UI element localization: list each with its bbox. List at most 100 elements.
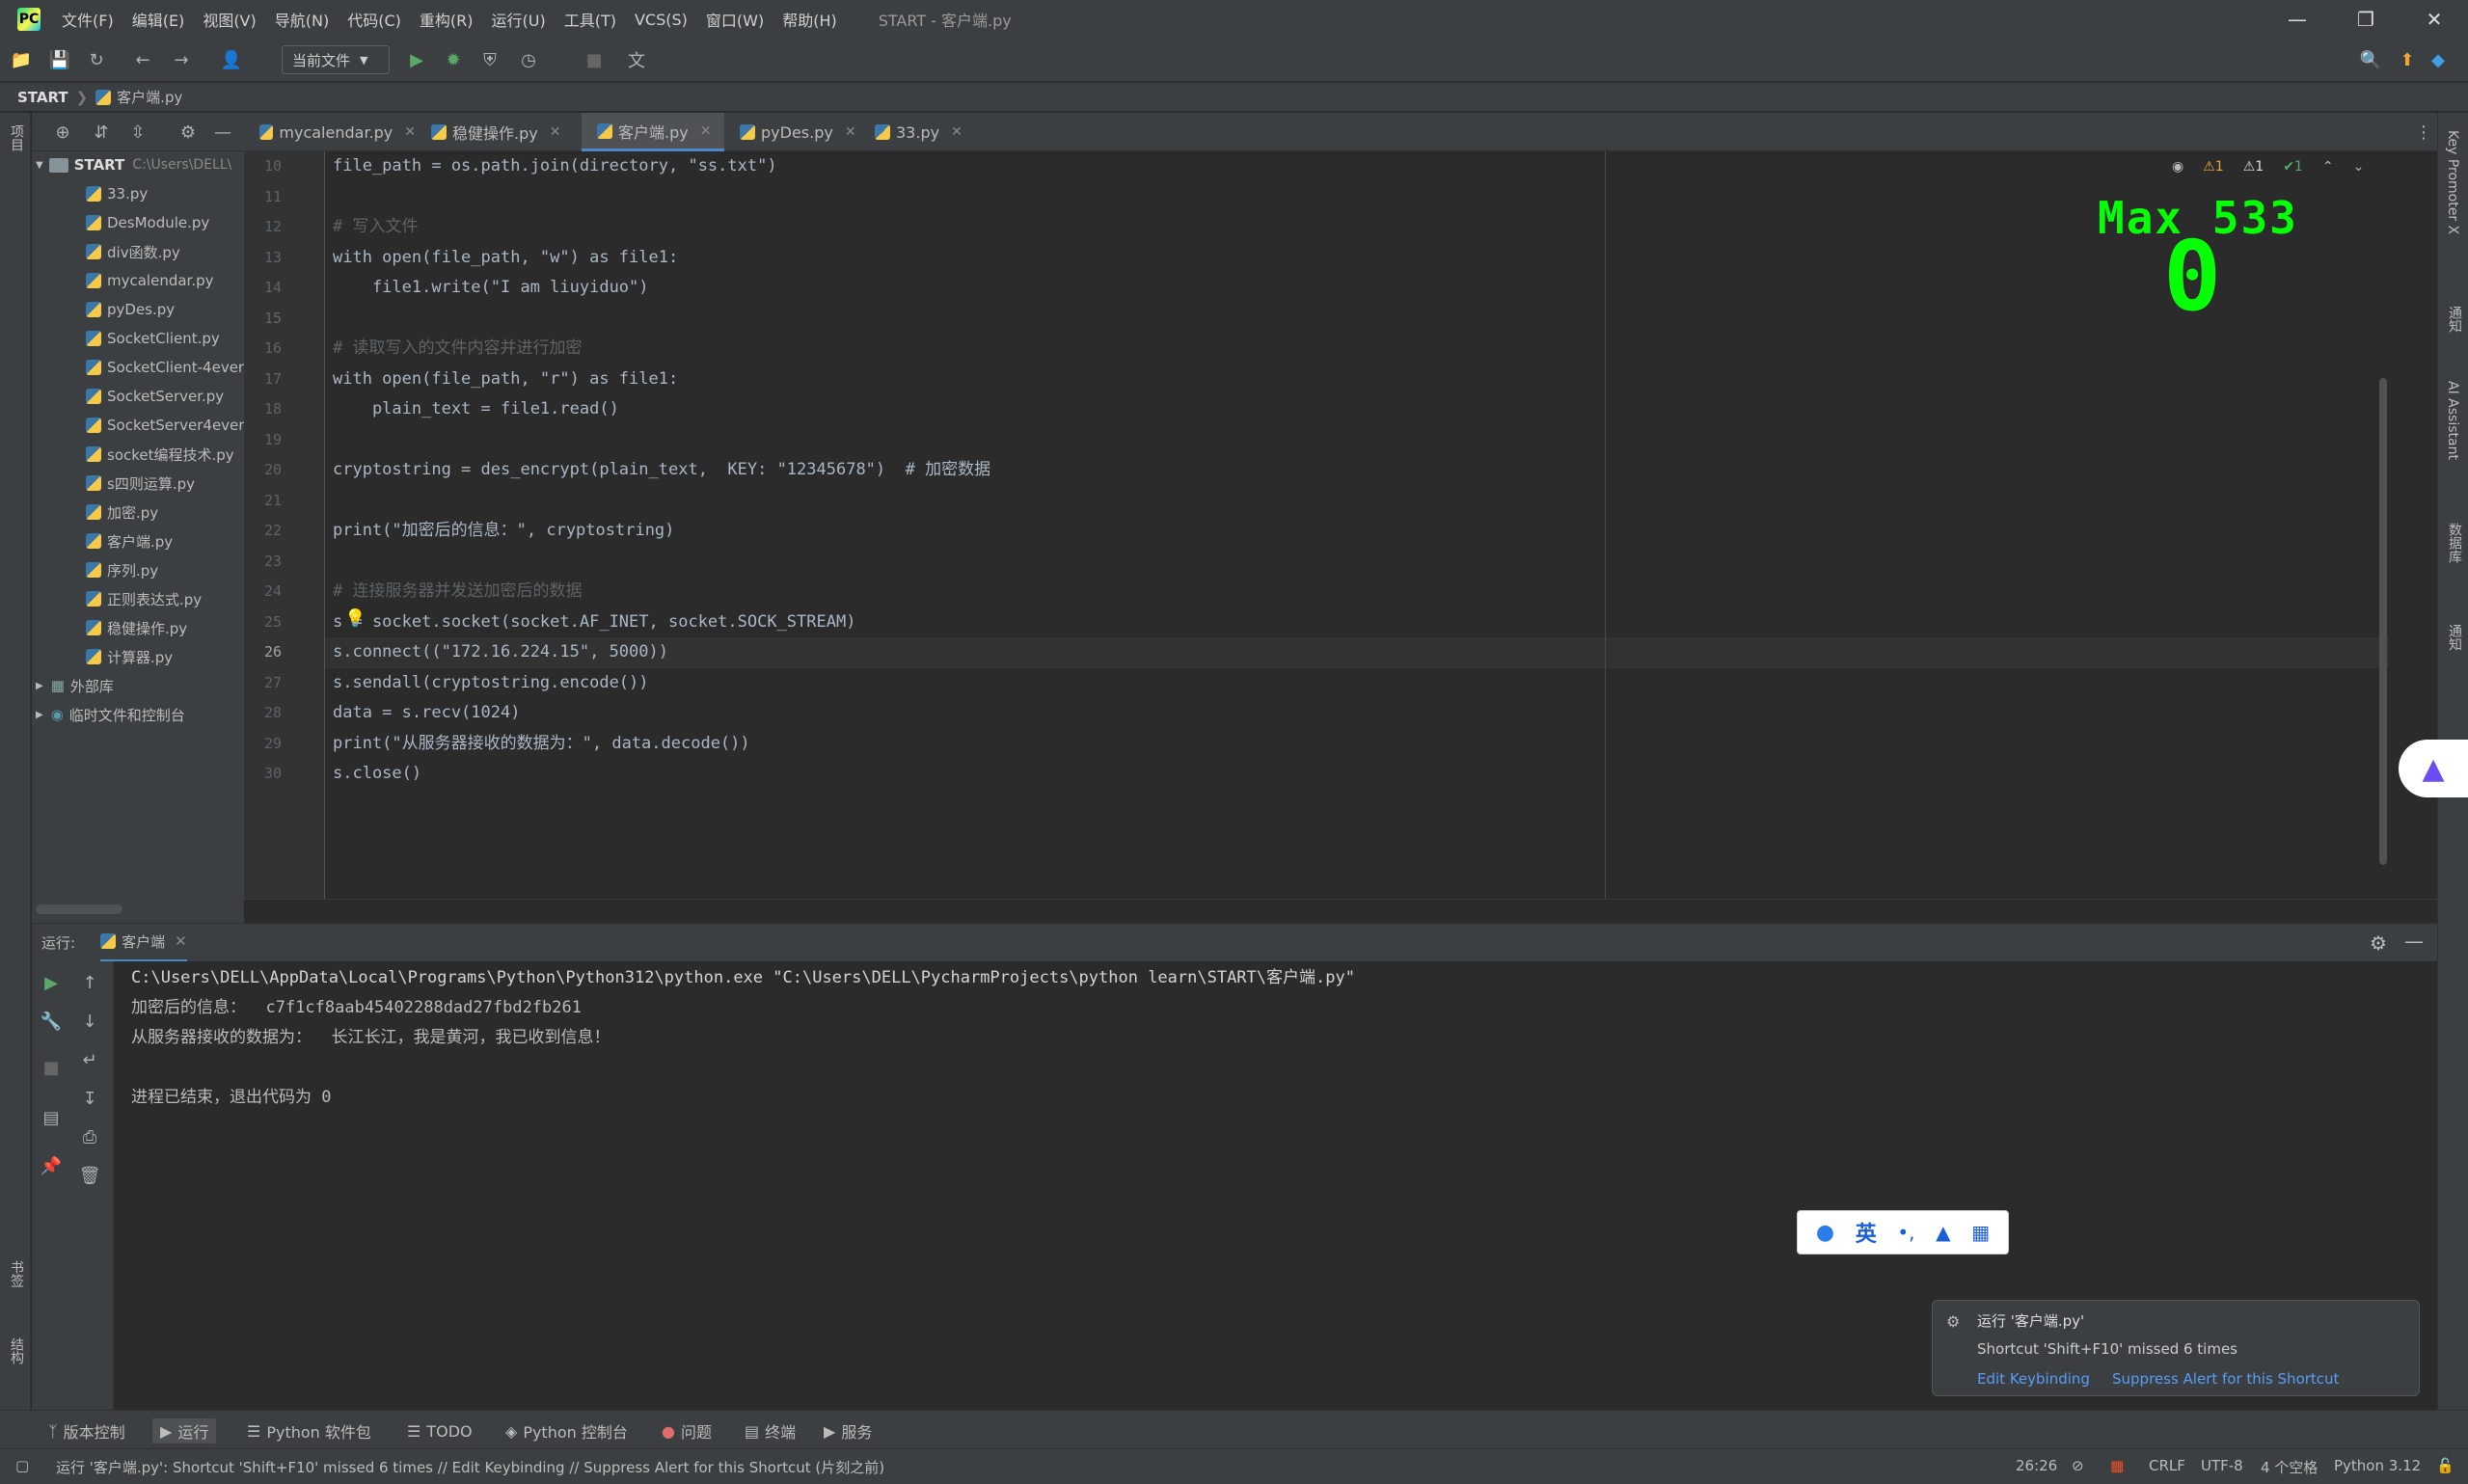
expand-all-icon[interactable]: ⇵ — [90, 121, 113, 144]
tree-file[interactable]: 序列.py — [86, 556, 158, 583]
save-icon[interactable]: 💾 — [48, 48, 71, 71]
menu-tools[interactable]: 工具(T) — [564, 8, 616, 31]
tab-wenjian[interactable]: 稳健操作.py ✕ — [416, 113, 582, 151]
tab-todo[interactable]: ☰ TODO — [399, 1418, 480, 1444]
tree-file[interactable]: 客户端.py — [86, 527, 173, 554]
scroll-to-end-icon[interactable]: ↧ — [78, 1087, 101, 1110]
open-folder-icon[interactable]: 📁 — [10, 48, 33, 71]
tab-mycalendar[interactable]: mycalendar.py ✕ — [244, 113, 416, 151]
run-icon[interactable]: ▶ — [405, 48, 428, 71]
menu-file[interactable]: 文件(F) — [62, 8, 114, 31]
tree-file[interactable]: 加密.py — [86, 499, 158, 526]
tree-file[interactable]: SocketServer4ever — [86, 412, 244, 439]
tree-file[interactable]: mycalendar.py — [86, 267, 214, 294]
ai-assistant-tab[interactable]: AI Assistant — [2445, 381, 2460, 460]
menu-refactor[interactable]: 重构(R) — [420, 8, 474, 31]
tab-terminal[interactable]: ▤ 终端 — [737, 1418, 803, 1444]
soft-wrap-icon[interactable]: ↵ — [78, 1048, 101, 1071]
forward-arrow-icon[interactable]: → — [170, 48, 193, 71]
close-tab-icon[interactable]: ✕ — [175, 932, 187, 950]
menu-edit[interactable]: 编辑(E) — [132, 8, 185, 31]
gear-icon[interactable]: ⚙ — [176, 121, 200, 144]
tree-file[interactable]: pyDes.py — [86, 296, 175, 323]
tree-scratches[interactable]: ▶ ◉ 临时文件和控制台 — [32, 701, 185, 728]
bookmarks-tool-tab[interactable]: 书签 — [7, 1260, 26, 1287]
jetbrains-toolbox-icon[interactable]: ◆ — [2427, 48, 2450, 71]
pin-icon[interactable]: 📌 — [40, 1154, 63, 1177]
edit-keybinding-link[interactable]: Edit Keybinding — [1977, 1370, 2090, 1388]
menu-navigate[interactable]: 导航(N) — [275, 8, 329, 31]
breadcrumb-root[interactable]: START — [17, 89, 68, 106]
breadcrumb-file[interactable]: 客户端.py — [117, 87, 182, 107]
menu-help[interactable]: 帮助(H) — [782, 8, 837, 31]
tab-33[interactable]: 33.py ✕ — [859, 113, 975, 151]
tab-version-control[interactable]: ᛉ 版本控制 — [41, 1418, 133, 1444]
close-tab-icon[interactable]: ✕ — [845, 124, 856, 140]
code-editor[interactable]: file_path = os.path.join(directory, "ss.… — [325, 151, 2437, 899]
coverage-icon[interactable]: ⛨ — [478, 48, 502, 71]
ime-punct-toggle[interactable]: •, — [1897, 1221, 1914, 1244]
tab-problems[interactable]: ● 问题 — [654, 1418, 719, 1444]
scroll-down-icon[interactable]: ↓ — [78, 1010, 101, 1033]
sync-icon[interactable]: ↻ — [85, 48, 108, 71]
close-tab-icon[interactable]: ✕ — [550, 124, 561, 140]
layout-icon[interactable]: ▤ — [40, 1106, 63, 1129]
alerts-tab[interactable]: 通知 — [2445, 624, 2464, 651]
hide-panel-icon[interactable]: — — [2404, 930, 2424, 953]
tab-services[interactable]: ▶ 服务 — [816, 1418, 880, 1444]
back-arrow-icon[interactable]: ← — [131, 48, 154, 71]
notifications-tab[interactable]: 通知 — [2445, 306, 2464, 333]
horizontal-scrollbar[interactable] — [36, 899, 2437, 923]
python-interpreter[interactable]: Python 3.12 — [2334, 1457, 2421, 1474]
tree-external-libs[interactable]: ▶ ▦ 外部库 — [32, 672, 114, 699]
tab-python-console[interactable]: ◈ Python 控制台 — [498, 1418, 636, 1444]
tree-root[interactable]: ▼ START C:\Users\DELL\ — [32, 151, 231, 178]
tree-file[interactable]: 正则表达式.py — [86, 585, 202, 612]
menu-code[interactable]: 代码(C) — [347, 8, 401, 31]
minimize-button[interactable]: — — [2265, 0, 2329, 39]
collapse-all-icon[interactable]: ⇳ — [126, 121, 149, 144]
editor-scrollbar[interactable] — [2379, 378, 2387, 865]
chevron-down-icon[interactable]: ⌄ — [2353, 159, 2365, 175]
caret-position[interactable]: 26:26 — [2016, 1457, 2057, 1474]
tree-file[interactable]: 稳健操作.py — [86, 614, 187, 641]
run-config-select[interactable]: 当前文件 ▼ — [282, 45, 390, 74]
wrench-icon[interactable]: 🔧 — [40, 1010, 63, 1033]
tab-python-packages[interactable]: ☰ Python 软件包 — [239, 1418, 379, 1444]
ime-toolbar[interactable]: ● 英 •, ▲ ▦ — [1797, 1210, 2009, 1255]
user-icon[interactable]: 👤 — [220, 48, 243, 71]
no-inspections-icon[interactable]: ⊘ — [2072, 1457, 2084, 1474]
structure-tool-tab[interactable]: 结构 — [7, 1337, 26, 1364]
chevron-up-icon[interactable]: ⌃ — [2322, 159, 2334, 175]
line-separator[interactable]: CRLF — [2149, 1457, 2185, 1474]
more-tabs-icon[interactable]: ⋮ — [2412, 121, 2435, 144]
lock-icon[interactable]: 🔓 — [2436, 1457, 2454, 1474]
restore-button[interactable]: ❐ — [2334, 0, 2398, 39]
hide-panel-icon[interactable]: — — [211, 121, 234, 144]
tab-run[interactable]: ▶ 运行 — [152, 1418, 217, 1444]
tree-file[interactable]: 33.py — [86, 180, 148, 207]
tree-file[interactable]: SocketClient.py — [86, 325, 220, 352]
project-tool-tab[interactable]: 项目 — [7, 124, 26, 151]
tree-file[interactable]: DesModule.py — [86, 209, 209, 236]
tree-file[interactable]: SocketServer.py — [86, 383, 224, 410]
run-tab[interactable]: 客户端 ✕ — [100, 924, 187, 962]
ime-ai-icon[interactable]: ▲ — [1936, 1221, 1950, 1244]
tree-file[interactable]: socket编程技术.py — [86, 441, 234, 468]
lightbulb-icon[interactable]: 💡 — [344, 608, 366, 629]
tab-pydes[interactable]: pyDes.py ✕ — [724, 113, 859, 151]
close-tab-icon[interactable]: ✕ — [404, 124, 416, 140]
close-tab-icon[interactable]: ✕ — [951, 124, 963, 140]
key-promoter-tab[interactable]: Key Promoter X — [2445, 130, 2460, 234]
baidu-ime-icon[interactable]: ● — [1816, 1221, 1834, 1245]
menu-vcs[interactable]: VCS(S) — [635, 11, 688, 29]
rerun-icon[interactable]: ▶ — [40, 971, 63, 994]
ime-grid-icon[interactable]: ▦ — [1971, 1221, 1990, 1244]
database-tab[interactable]: 数据库 — [2445, 523, 2464, 563]
locate-icon[interactable]: ⊕ — [51, 121, 74, 144]
suppress-alert-link[interactable]: Suppress Alert for this Shortcut — [2112, 1370, 2339, 1388]
file-encoding[interactable]: UTF-8 — [2201, 1457, 2243, 1474]
tab-kehuduan[interactable]: 客户端.py ✕ — [582, 113, 724, 151]
tree-file[interactable]: s四则运算.py — [86, 470, 195, 497]
tree-file[interactable]: 计算器.py — [86, 643, 173, 670]
